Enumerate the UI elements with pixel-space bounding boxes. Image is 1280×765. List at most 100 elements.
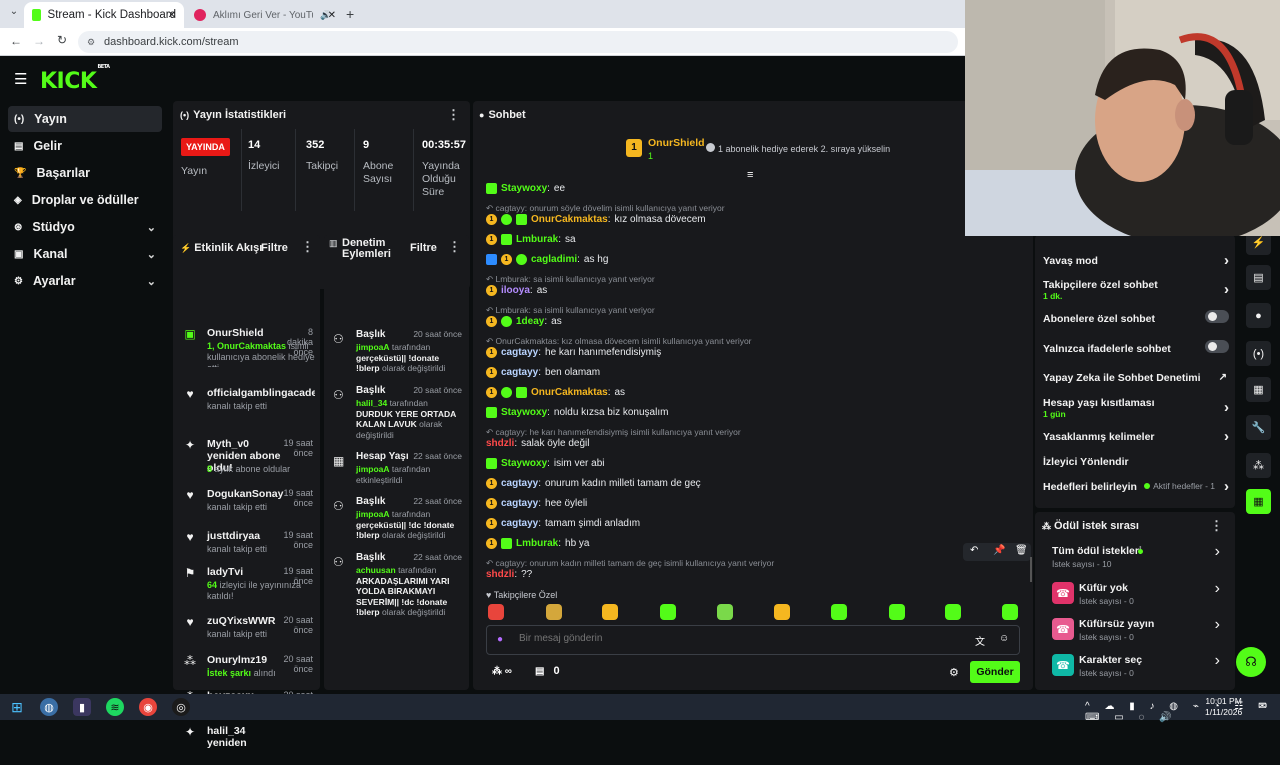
chat-username[interactable]: Staywoxy	[501, 458, 547, 469]
moderator-name[interactable]: jimpoaA	[356, 464, 390, 474]
chat-settings-icon[interactable]: ⚙	[949, 666, 959, 679]
reply-context[interactable]: ↶ cagtayy: onurum söyle dövelim isimli k…	[486, 203, 725, 214]
sidebar-item-ayarlar[interactable]: ⚙ Ayarlar ⌄	[8, 268, 162, 294]
chrome-icon[interactable]: ◉	[139, 698, 157, 716]
emote-icon[interactable]	[1002, 604, 1018, 620]
site-info-icon[interactable]: ⚙	[87, 37, 95, 48]
sub-gifter-badge-icon[interactable]: 1	[486, 234, 497, 245]
forward-icon[interactable]: →	[33, 34, 45, 48]
kick-logo[interactable]: KICKBETA	[40, 64, 110, 94]
reply-context[interactable]: ↶ OnurCakmaktas: kız olmasa dövecem isim…	[486, 336, 752, 347]
more-options-icon[interactable]: ⋮	[1210, 518, 1223, 534]
app-icon[interactable]: ◍	[40, 698, 58, 716]
spotify-icon[interactable]: ≋	[106, 698, 124, 716]
activity-user[interactable]: DogukanSonay	[207, 488, 285, 500]
sub-gifter-badge-icon[interactable]: 1	[486, 498, 497, 509]
emote-icon[interactable]	[488, 604, 504, 620]
more-options-icon[interactable]: ⋮	[448, 239, 461, 255]
sub-gifter-badge-icon[interactable]: 1	[486, 214, 497, 225]
clock[interactable]: 10:01 PM 1/11/2026	[1205, 696, 1242, 718]
chat-username[interactable]: cagtayy	[501, 478, 538, 489]
subscriber-badge-icon[interactable]	[486, 458, 497, 469]
subscriber-badge-icon[interactable]	[516, 387, 527, 398]
reward-row[interactable]: ☎ Karakter seç İstek sayısı - 0 ›	[1052, 652, 1220, 680]
sub-gifter-badge-icon[interactable]: 1	[486, 478, 497, 489]
support-button[interactable]: ☊	[1236, 647, 1266, 677]
moderator-badge-icon[interactable]	[486, 254, 497, 265]
reward-row[interactable]: Tüm ödül istekleri İstek sayısı - 10 ›	[1052, 543, 1220, 571]
chat-username[interactable]: shdzli	[486, 438, 514, 449]
app-icon[interactable]: ▮	[73, 698, 91, 716]
new-tab-button[interactable]: +	[346, 6, 354, 22]
moderator-name[interactable]: achuusan	[356, 565, 396, 575]
verified-badge-icon[interactable]	[501, 316, 512, 327]
scroll-to-bottom-icon[interactable]: ≡	[747, 169, 753, 181]
close-icon[interactable]: ✕	[328, 10, 336, 21]
activity-user[interactable]: Onurylmz19	[207, 654, 285, 666]
more-options-icon[interactable]: ⋮	[447, 107, 460, 123]
rewards-icon[interactable]: ⁂	[1246, 453, 1271, 478]
sub-gifter-badge-icon[interactable]: 1	[486, 538, 497, 549]
moderator-name[interactable]: jimpoaA	[356, 342, 390, 352]
reload-icon[interactable]: ↻	[57, 33, 67, 47]
emote-icon[interactable]	[774, 604, 790, 620]
chat-setting-row[interactable]: Hesap yaşı kısıtlaması 1 gün ›	[1043, 397, 1229, 419]
microphone-icon[interactable]: ●	[497, 634, 503, 645]
chat-setting-row[interactable]: İzleyici Yönlendir	[1043, 456, 1229, 468]
url-field[interactable]: ⚙ dashboard.kick.com/stream	[78, 31, 958, 53]
reward-row[interactable]: ☎ Küfür yok İstek sayısı - 0 ›	[1052, 580, 1220, 608]
sub-gifter-badge-icon[interactable]: 1	[486, 367, 497, 378]
subscriber-badge-icon[interactable]	[501, 234, 512, 245]
reply-context[interactable]: ↶ Lmburak: sa isimli kullanıcıya yanıt v…	[486, 305, 655, 316]
emote-icon[interactable]	[889, 604, 905, 620]
chat-username[interactable]: Lmburak	[516, 234, 558, 245]
sub-gifter-badge-icon[interactable]: 1	[486, 518, 497, 529]
chat-setting-row[interactable]: Yapay Zeka ile Sohbet Denetimi ↗	[1043, 372, 1229, 384]
sub-gifter-badge-icon[interactable]: 1	[486, 347, 497, 358]
verified-badge-icon[interactable]	[516, 254, 527, 265]
chat-input[interactable]: ● 文 ☺	[486, 625, 1020, 655]
activity-user[interactable]: OnurShield	[207, 327, 285, 339]
chat-setting-row[interactable]: Yasaklanmış kelimeler ›	[1043, 428, 1229, 445]
chat-username[interactable]: Staywoxy	[501, 183, 547, 194]
chat-username[interactable]: shdzli	[486, 569, 514, 580]
back-icon[interactable]: ←	[10, 34, 22, 48]
chat-setting-row[interactable]: Takipçilere özel sohbet 1 dk. ›	[1043, 279, 1229, 301]
chat-setting-row[interactable]: Hedefleri belirleyin Aktif hedefler - 1 ›	[1043, 478, 1229, 495]
moderator-name[interactable]: jimpoaA	[356, 509, 390, 519]
verified-badge-icon[interactable]	[501, 387, 512, 398]
tab-list-chevron-icon[interactable]: ⌄	[6, 6, 22, 22]
activity-user[interactable]: ladyTvi	[207, 566, 285, 578]
chat-username[interactable]: 1deay	[516, 316, 544, 327]
sidebar-item-droplar[interactable]: ◈ Droplar ve ödüller	[8, 187, 162, 213]
sidebar-item-gelir[interactable]: ▤ Gelir	[8, 133, 162, 159]
chat-username[interactable]: cagtayy	[501, 367, 538, 378]
tab-youtube-music[interactable]: Aklımı Geri Ver - YouTube M 🔊 ✕	[186, 2, 342, 28]
menu-icon[interactable]: ☰	[14, 70, 27, 88]
close-icon[interactable]: ✕	[168, 10, 176, 21]
chat-username[interactable]: cagtayy	[501, 498, 538, 509]
emote-icon[interactable]	[660, 604, 676, 620]
notes-icon[interactable]: ▤	[1246, 265, 1271, 290]
subscriber-badge-icon[interactable]	[516, 214, 527, 225]
emoji-icon[interactable]: ☺	[999, 633, 1009, 644]
activity-user[interactable]: justtdiryaa	[207, 530, 285, 542]
send-button[interactable]: Gönder	[970, 661, 1020, 683]
chat-username[interactable]: OnurCakmaktas	[531, 387, 608, 398]
chat-username[interactable]: OnurCakmaktas	[531, 214, 608, 225]
activity-filter-button[interactable]: Filtre	[261, 242, 288, 254]
pinned-user[interactable]: OnurShield	[648, 137, 705, 149]
toggle-switch[interactable]	[1205, 310, 1229, 323]
broadcast-icon[interactable]: (•)	[1246, 341, 1271, 366]
reply-context[interactable]: ↶ cagtayy: onurum kadın milleti tamam de…	[486, 558, 774, 569]
emote-icon[interactable]	[717, 604, 733, 620]
wrench-icon[interactable]: 🔧	[1246, 415, 1271, 440]
chat-setting-row[interactable]: Abonelere özel sohbet	[1043, 310, 1229, 325]
chat-scrollbar[interactable]	[1030, 557, 1032, 582]
chat-username[interactable]: Lmburak	[516, 538, 558, 549]
reward-row[interactable]: ☎ Küfürsüz yayın İstek sayısı - 0 ›	[1052, 616, 1220, 644]
sub-gifter-badge-icon[interactable]: 1	[486, 316, 497, 327]
emote-icon[interactable]	[546, 604, 562, 620]
activity-user[interactable]: halil_34 yeniden	[207, 725, 287, 749]
reply-context[interactable]: ↶ Lmburak: sa isimli kullanıcıya yanıt v…	[486, 274, 655, 285]
